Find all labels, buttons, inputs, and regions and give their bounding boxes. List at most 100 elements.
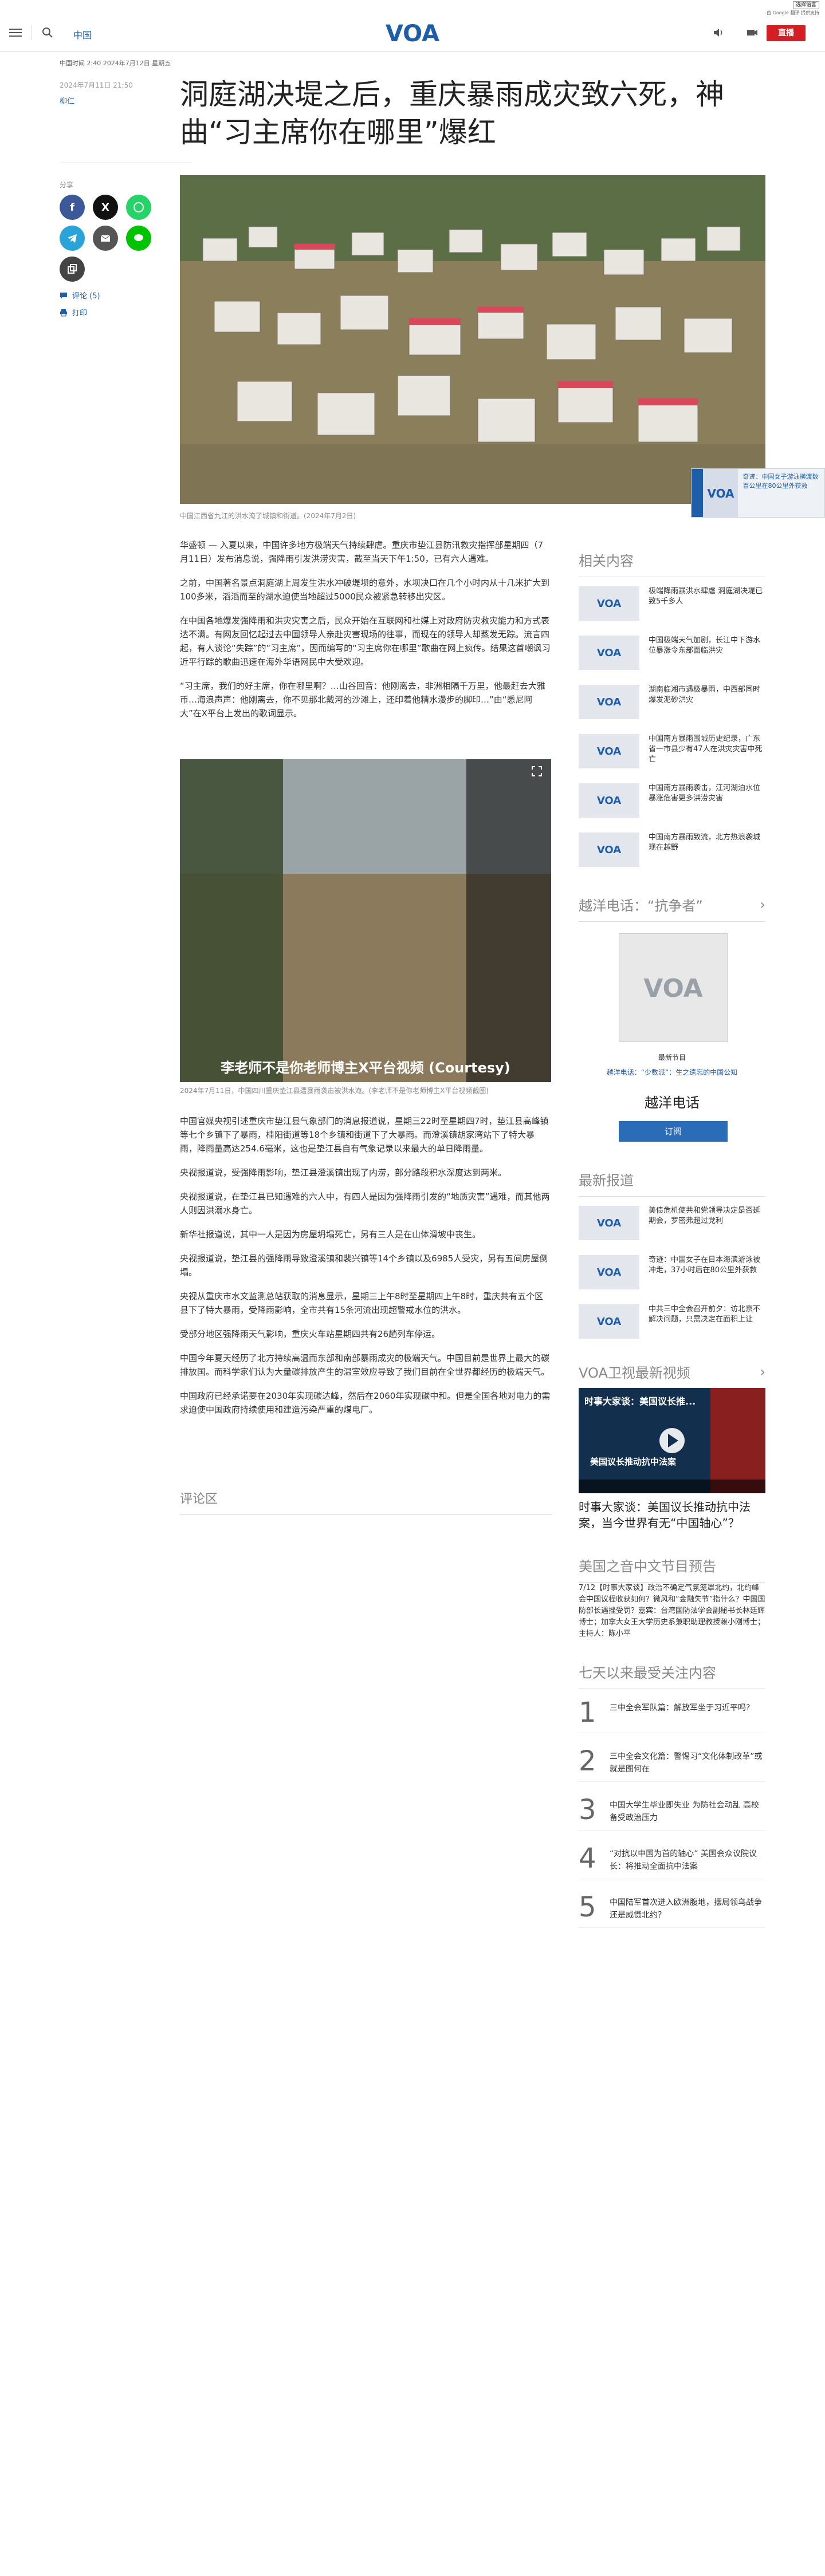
- video-overlay-text: 李老师不是你老师博主X平台视频 (Courtesy): [221, 1060, 510, 1076]
- related-item[interactable]: VOA 中国极端天气加剧，长江中下游水位暴涨令东部面临洪灾: [579, 636, 765, 670]
- flooded-town-illustration: [180, 175, 765, 504]
- related-item[interactable]: VOA 中国南方暴雨围城历史纪录，广东省一市县少有47人在洪灾灾害中死亡: [579, 734, 765, 768]
- ranked-item[interactable]: 4 “对抗以中国为首的轴心” 美国会众议院议长：将推动全面抗中法案: [579, 1844, 765, 1879]
- body-paragraph: 央视报道说，垫江县的强降雨导致澄溪镇和裴兴镇等14个乡镇以及6985人受灾，另有…: [180, 1253, 548, 1277]
- menu-icon[interactable]: [9, 26, 22, 39]
- program-latest-link[interactable]: 越洋电话：“少数派”：生之遗忘的中国公知: [579, 1067, 765, 1077]
- tv-video-player[interactable]: 时事大家谈：美国议长推... 美国议长推动抗中法案: [579, 1388, 765, 1493]
- voa-thumb-icon: VOA: [579, 1206, 639, 1240]
- tv-heading-text: VOA卫视最新视频: [579, 1365, 690, 1381]
- related-item-text: 湖南临湘市遇极暴雨，中西部同时爆发泥砂洪灾: [649, 685, 761, 704]
- embedded-video[interactable]: 李老师不是你老师博主X平台视频 (Courtesy): [180, 759, 551, 1082]
- body-paragraph: 央视报道说，受强降雨影响，垫江县澄溪镇出现了内涝，部分路段积水深度达到两米。: [180, 1167, 507, 1178]
- rank-number: 3: [579, 1794, 596, 1826]
- body-paragraph: “习主席，我们的好主席，你在哪里啊？…山谷回音：他刚离去，非洲相隔千万里，他最赶…: [180, 681, 545, 719]
- print-label: 打印: [72, 309, 88, 318]
- program-name: 越洋电话: [645, 1095, 700, 1111]
- copy-icon: [68, 264, 77, 274]
- voa-thumb-icon: VOA: [579, 833, 639, 867]
- audio-icon[interactable]: [712, 26, 724, 39]
- comment-icon: [60, 292, 67, 299]
- related-item-text: 中国南方暴雨围城历史纪录，广东省一市县少有47人在洪灾灾害中死亡: [649, 735, 763, 764]
- hotline-heading[interactable]: 越洋电话：“抗争者” ›: [579, 894, 765, 922]
- ranked-item[interactable]: 5 中国陆军首次进入欧洲腹地，摆局领乌战争还是威慑北约？: [579, 1893, 765, 1928]
- related-item[interactable]: VOA 极端降雨暴洪水肆虐 洞庭湖决堤已致5千多人: [579, 586, 765, 621]
- preview-heading-text: 美国之音中文节目预告: [579, 1559, 716, 1575]
- body-paragraph: 央视报道说，在垫江县已知遇难的六人中，有四人是因为强降雨引发的“地质灾害”遇难，…: [180, 1192, 550, 1216]
- related-item-text: 中国南方暴雨致流，北方热浪袭城现在越野: [649, 833, 761, 852]
- comments-link[interactable]: 评论 (5): [60, 290, 100, 301]
- related-section: 相关内容 VOA 极端降雨暴洪水肆虐 洞庭湖决堤已致5千多人 VOA 中国极端天气加…: [579, 550, 765, 882]
- body-paragraph: 中国官媒央视引述重庆市垫江县气象部门的消息报道说，星期三22时至星期四7时，垫江…: [180, 1116, 549, 1154]
- ranked-item[interactable]: 3 中国大学生毕业即失业 为防社会动乱 高校备受政治压力: [579, 1796, 765, 1831]
- latest-item[interactable]: VOA 中共三中全会召开前夕：访北京不解决问题，只需决定在面积上让: [579, 1304, 765, 1339]
- related-item[interactable]: VOA 湖南临湘市遇极暴雨，中西部同时爆发泥砂洪灾: [579, 685, 765, 719]
- search-icon[interactable]: [41, 26, 54, 39]
- tv-video-title[interactable]: 时事大家谈：美国议长推动抗中法案，当今世界有无“中国轴心”？: [579, 1499, 765, 1531]
- related-item-text: 中国极端天气加剧，长江中下游水位暴涨令东部面临洪灾: [649, 636, 761, 655]
- body-paragraph: 中国今年夏天经历了北方持续高温而东部和南部暴雨成灾的极端天气。中国目前是世界上最…: [180, 1353, 550, 1377]
- ranked-item[interactable]: 2 三中全会文化篇：警惕习“文化体制改革”或就是图何在: [579, 1747, 765, 1782]
- related-item[interactable]: VOA 中国南方暴雨致流，北方热浪袭城现在越野: [579, 833, 765, 867]
- print-icon: [60, 309, 67, 316]
- dateline: 中国时间 2:40 2024年7月12日 星期五: [60, 60, 171, 67]
- program-thumbnail[interactable]: VOA: [619, 933, 728, 1042]
- related-item-text: 中国南方暴雨袭击，江河湖泊水位暴涨危害更多洪涝灾害: [649, 784, 761, 803]
- floating-card-text: 奇迹：中国女子游泳横渡数百公里在80公里外获救: [742, 473, 819, 490]
- tv-video-overlay: 时事大家谈：美国议长推...: [584, 1396, 696, 1407]
- related-heading: 相关内容: [579, 550, 765, 577]
- video-icon[interactable]: [746, 26, 759, 39]
- live-button[interactable]: 直播: [767, 25, 806, 41]
- share-row-2: [60, 226, 151, 251]
- line-icon: [134, 234, 143, 241]
- email-share-button[interactable]: [93, 226, 118, 251]
- ranked-item[interactable]: 1 三中全会军队篇：解放军坐于习近平吗?: [579, 1698, 765, 1733]
- author-link[interactable]: 柳仁: [60, 95, 74, 106]
- telegram-icon: [68, 234, 77, 243]
- most-read-heading-text: 七天以来最受关注内容: [579, 1665, 716, 1681]
- rank-text: 中国陆军首次进入欧洲腹地，摆局领乌战争还是威慑北约？: [610, 1898, 762, 1920]
- voa-logo-icon: VOA: [707, 487, 734, 500]
- rank-number: 4: [579, 1843, 596, 1875]
- chevron-right-icon: ›: [760, 896, 765, 913]
- subscribe-button[interactable]: 订阅: [619, 1121, 728, 1142]
- tv-video-sub: 美国议长推动抗中法案: [590, 1457, 677, 1467]
- facebook-share-button[interactable]: f: [60, 195, 85, 220]
- x-share-button[interactable]: X: [93, 195, 118, 220]
- voa-thumb-icon: VOA: [579, 1304, 639, 1339]
- rank-text: 中国大学生毕业即失业 为防社会动乱 高校备受政治压力: [610, 1801, 759, 1822]
- language-link[interactable]: 中国: [73, 27, 92, 41]
- comment-zone-heading: 评论区: [180, 1489, 551, 1514]
- latest-section: 最新报道 VOA 美债危机使共和党领导决定是否延期会，罗密弗超过党利 VOA 奇迹：…: [579, 1169, 765, 1354]
- voa-thumb-icon: VOA: [579, 734, 639, 768]
- translate-language-select[interactable]: 选择语言: [792, 1, 819, 9]
- related-item-text: 极端降雨暴洪水肆虐 洞庭湖决堤已致5千多人: [649, 587, 763, 606]
- most-read-heading: 七天以来最受关注内容: [579, 1662, 765, 1689]
- voa-thumb-icon: VOA: [579, 783, 639, 818]
- latest-item[interactable]: VOA 美债危机使共和党领导决定是否延期会，罗密弗超过党利: [579, 1206, 765, 1240]
- most-read-section: 七天以来最受关注内容 1 三中全会军队篇：解放军坐于习近平吗? 2 三中全会文化篇：…: [579, 1662, 765, 1942]
- voa-thumb-icon: VOA: [579, 586, 639, 621]
- site-header: 中国 VOA 直播: [0, 15, 825, 52]
- latest-heading-text: 最新报道: [579, 1173, 634, 1189]
- comments-label: 评论 (5): [72, 292, 100, 301]
- whatsapp-share-button[interactable]: [126, 195, 151, 220]
- related-item[interactable]: VOA 中国南方暴雨袭击，江河湖泊水位暴涨危害更多洪涝灾害: [579, 783, 765, 818]
- floating-video-card[interactable]: VOA 奇迹：中国女子游泳横渡数百公里在80公里外获救: [691, 468, 825, 518]
- headline: 洞庭湖决堤之后，重庆暴雨成灾致六死，神曲“习主席你在哪里”爆红: [180, 78, 724, 149]
- latest-item[interactable]: VOA 奇迹：中国女子在日本海滨游泳被冲走，37小时后在80公里外获救: [579, 1255, 765, 1289]
- line-share-button[interactable]: [126, 226, 151, 251]
- print-link[interactable]: 打印: [60, 307, 87, 318]
- copy-link-button[interactable]: [60, 257, 85, 282]
- email-icon: [100, 235, 111, 242]
- body-paragraph: 华盛顿 — 入夏以来，中国许多地方极端天气持续肆虐。重庆市垫江县防汛救灾指挥部星…: [180, 540, 544, 564]
- hotline-heading-text: 越洋电话：“抗争者”: [579, 898, 703, 914]
- latest-heading: 最新报道: [579, 1169, 765, 1197]
- telegram-share-button[interactable]: [60, 226, 85, 251]
- rank-number: 1: [579, 1697, 596, 1729]
- tv-heading[interactable]: VOA卫视最新视频 ›: [579, 1362, 765, 1388]
- fullscreen-icon[interactable]: [532, 766, 542, 776]
- voa-logo[interactable]: VOA: [382, 19, 443, 46]
- google-translate-widget: 选择语言 由 Google 翻译 提供支持: [676, 0, 825, 15]
- share-row-3: [60, 257, 85, 282]
